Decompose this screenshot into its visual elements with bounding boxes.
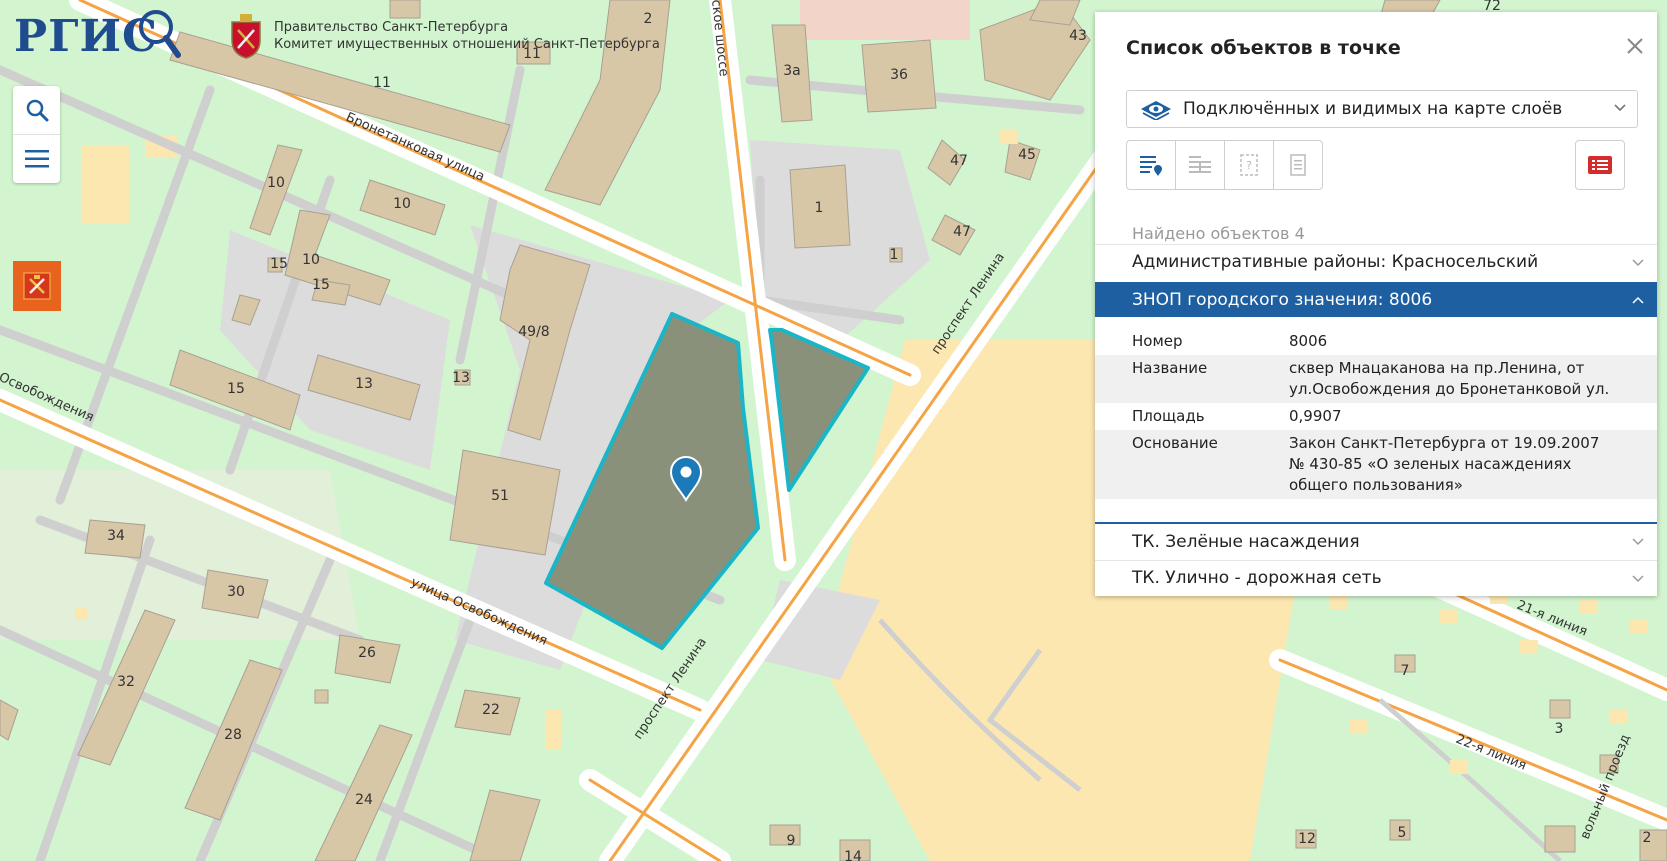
house-number: 13: [452, 370, 470, 386]
house-number: 1: [890, 247, 899, 263]
house-number: 7: [1401, 663, 1410, 679]
layer-filter-select[interactable]: Подключённых и видимых на карте слоёв: [1126, 90, 1638, 128]
found-count: Найдено объектов 4: [1132, 224, 1305, 243]
search-button[interactable]: [13, 86, 60, 134]
section-znop[interactable]: ЗНОП городского значения: 8006: [1095, 282, 1657, 317]
spb-flag-button[interactable]: [13, 261, 61, 311]
gov-line-2: Комитет имущественных отношений Санкт-Пе…: [274, 37, 660, 52]
attribute-value: Закон Санкт-Петербурга от 19.09.2007 № 4…: [1289, 434, 1600, 494]
section-label: ЗНОП городского значения: 8006: [1132, 289, 1433, 310]
attributes-table: Номер 8006 Название сквер Мнацаканова на…: [1095, 328, 1657, 499]
objects-panel: Список объектов в точке Подключённых и в…: [1095, 12, 1657, 596]
attribute-row: Номер 8006: [1095, 328, 1657, 355]
section-green-plantings[interactable]: ТК. Зелёные насаждения: [1095, 524, 1657, 559]
house-number: 32: [117, 674, 135, 690]
house-number: 3а: [783, 63, 801, 79]
house-number: 24: [355, 792, 373, 808]
attribute-row: Основание Закон Санкт-Петербурга от 19.0…: [1095, 430, 1657, 499]
attribute-row: Площадь 0,9907: [1095, 403, 1657, 430]
tab-document-view[interactable]: [1273, 141, 1322, 189]
attribute-value: 8006: [1289, 332, 1328, 350]
chevron-up-icon: [1632, 296, 1644, 304]
house-number: 13: [355, 376, 373, 392]
attribute-key: Основание: [1132, 434, 1218, 452]
question-box-icon: ?: [1240, 154, 1258, 176]
svg-text:?: ?: [1246, 159, 1252, 172]
attribute-value: сквер Мнацаканова на пр.Ленина, от ул.Ос…: [1289, 359, 1610, 398]
chevron-down-icon: [1614, 104, 1626, 112]
house-number: 26: [358, 645, 376, 661]
house-number: 10: [267, 175, 285, 191]
house-number: 15: [227, 381, 245, 397]
attribute-value: 0,9907: [1289, 407, 1342, 425]
spb-coat-of-arms-icon: [231, 14, 261, 59]
house-number: 45: [1018, 147, 1036, 163]
report-icon: [1588, 156, 1612, 174]
menu-button[interactable]: [13, 134, 60, 183]
house-number: 30: [227, 584, 245, 600]
house-number: 28: [224, 727, 242, 743]
attribute-key: Площадь: [1132, 407, 1205, 425]
document-icon: [1290, 154, 1306, 176]
tab-list-view[interactable]: [1127, 141, 1175, 189]
section-label: ТК. Зелёные насаждения: [1132, 531, 1360, 552]
government-header: Правительство Санкт-Петербурга Комитет и…: [226, 12, 660, 60]
chevron-down-icon: [1632, 575, 1644, 583]
house-number: 1: [815, 200, 824, 216]
close-icon[interactable]: [1623, 34, 1647, 58]
sand-zone: [82, 146, 130, 224]
report-button[interactable]: [1575, 140, 1625, 190]
section-label: Административные районы: Красносельский: [1132, 252, 1539, 272]
house-number: 43: [1069, 28, 1087, 44]
section-road-network[interactable]: ТК. Улично - дорожная сеть: [1095, 560, 1657, 595]
house-number: 3: [1555, 721, 1564, 737]
hatched-zone: [800, 0, 970, 40]
house-number: 15: [312, 277, 330, 293]
house-number: 47: [953, 224, 971, 240]
house-number: 34: [107, 528, 125, 544]
spb-flag-icon: [23, 272, 51, 300]
eye-layers-icon: [1141, 101, 1171, 120]
house-number: 11: [373, 75, 391, 91]
list-pin-icon: [1140, 156, 1162, 176]
house-number: 2: [1643, 830, 1652, 846]
rgis-logo[interactable]: РГИС: [14, 6, 182, 66]
gov-line-1: Правительство Санкт-Петербурга: [274, 20, 509, 35]
tab-table-view[interactable]: [1175, 141, 1224, 189]
tab-unknown-view[interactable]: ?: [1224, 141, 1273, 189]
magnifier-logo-icon: [139, 10, 182, 58]
section-admin-districts[interactable]: Административные районы: Красносельский: [1095, 244, 1657, 279]
select-value: Подключённых и видимых на карте слоёв: [1183, 99, 1563, 119]
house-number: 22: [482, 702, 500, 718]
search-icon: [26, 99, 48, 122]
house-number: 12: [1298, 831, 1316, 847]
house-number: 47: [950, 153, 968, 169]
house-number: 36: [890, 67, 908, 83]
chevron-down-icon: [1632, 538, 1644, 546]
house-number: 51: [491, 488, 509, 504]
house-number: 9: [787, 833, 796, 849]
house-number: 49/8: [518, 324, 549, 340]
house-number: 10: [302, 252, 320, 268]
attribute-key: Номер: [1132, 332, 1183, 350]
left-toolbar: [13, 86, 60, 183]
attribute-row: Название сквер Мнацаканова на пр.Ленина,…: [1095, 355, 1657, 403]
table-icon: [1189, 156, 1211, 173]
house-number: 10: [393, 196, 411, 212]
house-number: 5: [1398, 825, 1407, 841]
house-number: 14: [844, 849, 862, 861]
view-tabs: ?: [1126, 140, 1323, 190]
section-label: ТК. Улично - дорожная сеть: [1132, 568, 1382, 588]
panel-title: Список объектов в точке: [1126, 37, 1401, 59]
chevron-down-icon: [1632, 259, 1644, 267]
house-number: 15: [270, 256, 288, 272]
attribute-key: Название: [1132, 359, 1208, 377]
menu-icon: [24, 150, 49, 168]
